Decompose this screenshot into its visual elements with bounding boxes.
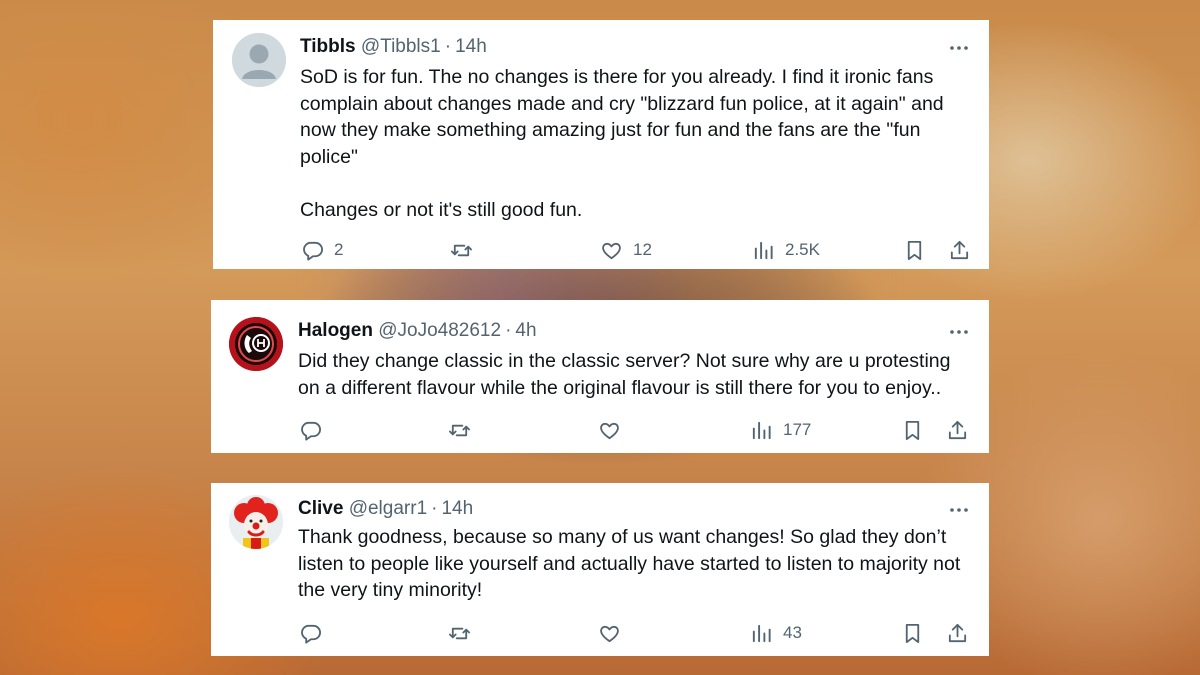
view-count: 43 bbox=[783, 623, 802, 642]
tweet-card[interactable]: Halogen @JoJo482612 · 4h Did they change c… bbox=[211, 300, 989, 453]
reply-count: 2 bbox=[334, 240, 344, 259]
share-button[interactable] bbox=[946, 417, 969, 443]
reply-icon bbox=[303, 241, 323, 261]
tweet-header: Tibbls @Tibbls1 · 14h bbox=[300, 35, 487, 59]
display-name[interactable]: Tibbls bbox=[300, 36, 356, 57]
bookmark-icon bbox=[905, 420, 920, 440]
like-icon bbox=[602, 242, 621, 259]
tweet-text: SoD is for fun. The no changes is there … bbox=[300, 66, 944, 221]
handle[interactable]: @Tibbls1 bbox=[361, 36, 441, 57]
halogen-logo-icon bbox=[229, 317, 283, 371]
tweet-card[interactable]: Clive @elgarr1 · 14h Thank goodness, becau… bbox=[211, 483, 989, 656]
tweet-card[interactable]: Tibbls @Tibbls1 · 14h SoD is for fun. The … bbox=[213, 20, 989, 269]
timestamp[interactable]: 14h bbox=[441, 498, 473, 519]
like-button[interactable] bbox=[598, 620, 631, 646]
repost-icon bbox=[449, 627, 470, 639]
tweet-actions: 177 bbox=[211, 417, 989, 443]
views-icon bbox=[754, 241, 773, 259]
share-icon bbox=[950, 240, 969, 259]
more-icon[interactable] bbox=[947, 498, 971, 522]
display-name[interactable]: Halogen bbox=[298, 320, 373, 341]
bookmark-button[interactable] bbox=[901, 417, 924, 443]
reply-button[interactable] bbox=[299, 620, 332, 646]
repost-button[interactable] bbox=[450, 237, 483, 263]
share-button[interactable] bbox=[946, 620, 969, 646]
tweet-actions: 2 12 2.5K bbox=[213, 237, 989, 263]
tweet-header: Clive @elgarr1 · 14h bbox=[298, 497, 473, 521]
reply-button[interactable] bbox=[299, 417, 332, 443]
like-count: 12 bbox=[633, 240, 652, 259]
avatar[interactable] bbox=[229, 317, 283, 371]
more-icon[interactable] bbox=[947, 320, 971, 344]
display-name[interactable]: Clive bbox=[298, 498, 343, 519]
bookmark-button[interactable] bbox=[901, 620, 924, 646]
separator: · bbox=[431, 498, 438, 519]
bookmark-button[interactable] bbox=[903, 237, 926, 263]
like-icon bbox=[600, 422, 619, 439]
handle[interactable]: @elgarr1 bbox=[349, 498, 427, 519]
views-button[interactable]: 177 bbox=[750, 417, 811, 443]
views-icon bbox=[752, 624, 771, 642]
like-button[interactable]: 12 bbox=[600, 237, 652, 263]
clown-avatar-icon bbox=[229, 495, 283, 549]
view-count: 2.5K bbox=[785, 240, 820, 259]
share-icon bbox=[948, 420, 967, 439]
timestamp[interactable]: 14h bbox=[455, 36, 487, 57]
separator: · bbox=[505, 320, 512, 341]
bookmark-icon bbox=[905, 623, 920, 643]
avatar[interactable] bbox=[232, 33, 286, 87]
like-icon bbox=[600, 625, 619, 642]
views-icon bbox=[752, 421, 771, 439]
avatar[interactable] bbox=[229, 495, 283, 549]
default-avatar-icon bbox=[232, 33, 286, 87]
repost-icon bbox=[451, 244, 472, 256]
reply-icon bbox=[301, 624, 321, 644]
view-count: 177 bbox=[783, 420, 812, 439]
reply-icon bbox=[301, 421, 321, 441]
repost-icon bbox=[449, 424, 470, 436]
tweet-text: Thank goodness, because so many of us wa… bbox=[298, 526, 961, 601]
handle[interactable]: @JoJo482612 bbox=[378, 320, 501, 341]
share-button[interactable] bbox=[948, 237, 971, 263]
tweet-header: Halogen @JoJo482612 · 4h bbox=[298, 319, 537, 343]
reply-button[interactable]: 2 bbox=[301, 237, 343, 263]
share-icon bbox=[948, 623, 967, 642]
timestamp[interactable]: 4h bbox=[515, 320, 536, 341]
repost-button[interactable] bbox=[448, 417, 481, 443]
more-icon[interactable] bbox=[947, 36, 971, 60]
tweet-text: Did they change classic in the classic s… bbox=[298, 350, 951, 399]
views-button[interactable]: 43 bbox=[750, 620, 802, 646]
views-button[interactable]: 2.5K bbox=[752, 237, 820, 263]
tweet-actions: 43 bbox=[211, 620, 989, 646]
bookmark-icon bbox=[907, 240, 922, 260]
like-button[interactable] bbox=[598, 417, 631, 443]
separator: · bbox=[444, 36, 452, 57]
repost-button[interactable] bbox=[448, 620, 481, 646]
